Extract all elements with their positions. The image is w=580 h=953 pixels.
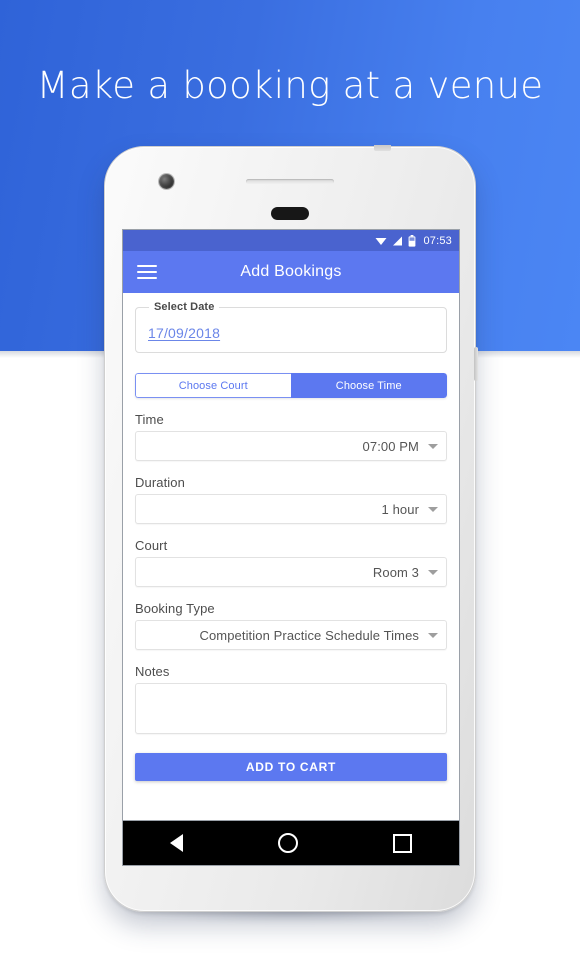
phone-device-frame: 07:53 Add Bookings Select Date 17/09/201… [104,145,478,912]
form-content: Select Date 17/09/2018 Choose Court Choo… [123,293,459,820]
tab-choose-time[interactable]: Choose Time [290,373,447,398]
field-notes: Notes [135,664,447,739]
home-icon[interactable] [277,833,298,853]
chevron-down-icon [428,443,438,449]
chevron-down-icon [428,506,438,512]
select-date-field[interactable]: Select Date 17/09/2018 [135,301,447,353]
back-icon[interactable] [170,834,184,852]
booking-mode-segmented-control: Choose Court Choose Time [135,373,447,398]
field-duration: Duration 1 hour [135,475,447,524]
screenshot-root: Make a booking at a venue 07:53 Add Book… [0,0,580,953]
field-court-label: Court [135,538,168,553]
field-time: Time 07:00 PM [135,412,447,461]
add-to-cart-button[interactable]: ADD TO CART [135,753,447,781]
chevron-down-icon [428,632,438,638]
proximity-sensor [271,207,309,220]
field-duration-label: Duration [135,475,185,490]
field-booking-type: Booking Type Competition Practice Schedu… [135,601,447,650]
select-date-label: Select Date [149,301,220,313]
power-button[interactable] [474,347,478,381]
court-value: Room 3 [372,564,419,580]
app-bar: Add Bookings [123,251,459,293]
recent-apps-icon[interactable] [392,833,412,853]
wifi-icon [375,236,387,246]
duration-value: 1 hour [381,501,419,517]
chevron-down-icon [428,569,438,575]
booking-type-value: Competition Practice Schedule Times [199,627,419,643]
tab-choose-court[interactable]: Choose Court [135,373,291,398]
phone-screen: 07:53 Add Bookings Select Date 17/09/201… [122,229,460,821]
antenna-notch [374,145,391,151]
duration-dropdown[interactable]: 1 hour [135,494,447,524]
notes-input[interactable] [135,683,447,734]
court-dropdown[interactable]: Room 3 [135,557,447,587]
signal-icon [392,236,403,246]
battery-icon [408,234,416,247]
time-value: 07:00 PM [362,438,419,454]
front-camera-icon [159,174,174,189]
earpiece-speaker [246,179,334,184]
field-time-label: Time [135,412,164,427]
status-bar-time: 07:53 [423,234,452,247]
page-title: Make a booking at a venue [36,64,544,107]
hamburger-menu-icon[interactable] [137,265,157,279]
booking-type-dropdown[interactable]: Competition Practice Schedule Times [135,620,447,650]
app-bar-title: Add Bookings [240,263,342,280]
android-navigation-bar [122,821,460,866]
field-booking-type-label: Booking Type [135,601,215,616]
field-notes-label: Notes [135,664,170,679]
status-bar: 07:53 [123,230,459,251]
time-dropdown[interactable]: 07:00 PM [135,431,447,461]
field-court: Court Room 3 [135,538,447,587]
select-date-value[interactable]: 17/09/2018 [148,319,220,341]
